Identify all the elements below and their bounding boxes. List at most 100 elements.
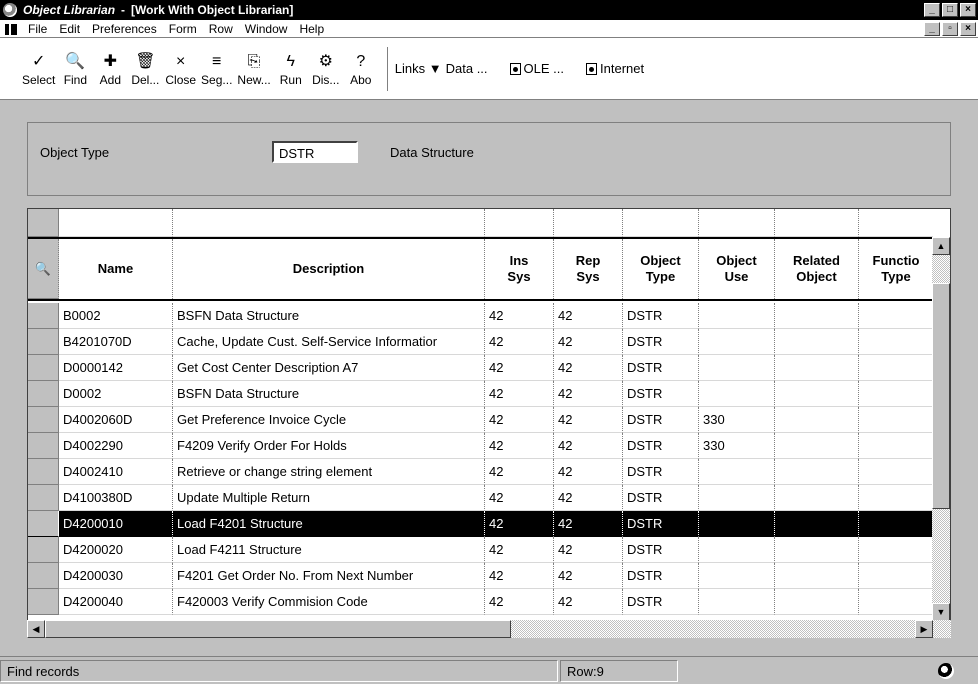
run-button[interactable]: ϟ Run [276, 51, 306, 87]
menu-window[interactable]: Window [245, 22, 288, 36]
cell-rel[interactable] [775, 303, 859, 329]
cell-ins[interactable]: 42 [485, 355, 554, 381]
cell-rep[interactable]: 42 [554, 563, 623, 589]
cell-desc[interactable]: F420003 Verify Commision Code [173, 589, 485, 615]
cell-use[interactable] [699, 589, 775, 615]
seg-button[interactable]: ≡ Seg... [201, 51, 232, 87]
table-row[interactable]: B0002 BSFN Data Structure 42 42 DSTR [28, 303, 934, 329]
cell-func[interactable] [859, 537, 933, 563]
cell-rep[interactable]: 42 [554, 303, 623, 329]
cell-type[interactable]: DSTR [623, 433, 699, 459]
cell-func[interactable] [859, 355, 933, 381]
add-button[interactable]: ✚ Add [95, 51, 125, 87]
cell-name[interactable]: D4002060D [59, 407, 173, 433]
scroll-left-button[interactable]: ◀ [27, 620, 45, 638]
cell-rep[interactable]: 42 [554, 537, 623, 563]
cell-use[interactable] [699, 537, 775, 563]
cell-desc[interactable]: Retrieve or change string element [173, 459, 485, 485]
cell-rel[interactable] [775, 329, 859, 355]
cell-desc[interactable]: Load F4211 Structure [173, 537, 485, 563]
cell-ins[interactable]: 42 [485, 459, 554, 485]
cell-ins[interactable]: 42 [485, 485, 554, 511]
menu-preferences[interactable]: Preferences [92, 22, 157, 36]
cell-ins[interactable]: 42 [485, 511, 554, 537]
row-selector[interactable] [28, 485, 59, 511]
cell-use[interactable]: 330 [699, 433, 775, 459]
scroll-down-button[interactable]: ▼ [932, 603, 950, 621]
doc-close-button[interactable]: × [960, 22, 976, 36]
row-selector[interactable] [28, 355, 59, 381]
cell-type[interactable]: DSTR [623, 407, 699, 433]
cell-ins[interactable]: 42 [485, 303, 554, 329]
cell-ins[interactable]: 42 [485, 329, 554, 355]
cell-func[interactable] [859, 329, 933, 355]
doc-minimize-button[interactable]: _ [924, 22, 940, 36]
col-name[interactable]: Name [59, 239, 173, 299]
cell-desc[interactable]: Get Preference Invoice Cycle [173, 407, 485, 433]
cell-desc[interactable]: Load F4201 Structure [173, 511, 485, 537]
cell-type[interactable]: DSTR [623, 303, 699, 329]
cell-desc[interactable]: Get Cost Center Description A7 [173, 355, 485, 381]
cell-rel[interactable] [775, 563, 859, 589]
row-selector[interactable] [28, 407, 59, 433]
vertical-scroll-thumb[interactable] [932, 283, 950, 509]
cell-func[interactable] [859, 303, 933, 329]
menu-row[interactable]: Row [209, 22, 233, 36]
delete-button[interactable]: 🗑 Del... [130, 51, 160, 87]
display-button[interactable]: ⚙ Dis... [311, 51, 341, 87]
cell-desc[interactable]: BSFN Data Structure [173, 381, 485, 407]
cell-ins[interactable]: 42 [485, 381, 554, 407]
cell-rep[interactable]: 42 [554, 329, 623, 355]
cell-name[interactable]: D0000142 [59, 355, 173, 381]
document-menu-icon[interactable] [4, 22, 18, 36]
row-selector[interactable] [28, 459, 59, 485]
cell-name[interactable]: D4100380D [59, 485, 173, 511]
object-type-input[interactable]: DSTR [272, 141, 358, 163]
row-selector[interactable] [28, 589, 59, 615]
cell-use[interactable] [699, 459, 775, 485]
row-selector[interactable] [28, 381, 59, 407]
cell-use[interactable] [699, 329, 775, 355]
cell-rep[interactable]: 42 [554, 511, 623, 537]
menu-file[interactable]: File [28, 22, 47, 36]
menu-edit[interactable]: Edit [59, 22, 80, 36]
cell-type[interactable]: DSTR [623, 485, 699, 511]
cell-rel[interactable] [775, 407, 859, 433]
cell-name[interactable]: D4002410 [59, 459, 173, 485]
cell-rep[interactable]: 42 [554, 485, 623, 511]
table-row[interactable]: D4002410 Retrieve or change string elemen… [28, 459, 934, 485]
horizontal-scroll-thumb[interactable] [45, 620, 511, 638]
scroll-up-button[interactable]: ▲ [932, 237, 950, 255]
maximize-button[interactable]: □ [942, 3, 958, 17]
cell-type[interactable]: DSTR [623, 329, 699, 355]
table-row[interactable]: D4200010 Load F4201 Structure 42 42 DSTR [28, 511, 934, 537]
col-object-use[interactable]: Object Use [699, 239, 775, 299]
cell-func[interactable] [859, 589, 933, 615]
table-row[interactable]: D4200040 F420003 Verify Commision Code 42 4… [28, 589, 934, 615]
cell-use[interactable] [699, 303, 775, 329]
cell-rep[interactable]: 42 [554, 589, 623, 615]
minimize-button[interactable]: _ [924, 3, 940, 17]
cell-desc[interactable]: F4209 Verify Order For Holds [173, 433, 485, 459]
find-button[interactable]: 🔍 Find [60, 51, 90, 87]
cell-rel[interactable] [775, 459, 859, 485]
table-row[interactable]: D0002 BSFN Data Structure 42 42 DSTR [28, 381, 934, 407]
cell-rel[interactable] [775, 433, 859, 459]
table-row[interactable]: D0000142 Get Cost Center Description A7 42… [28, 355, 934, 381]
cell-ins[interactable]: 42 [485, 433, 554, 459]
cell-func[interactable] [859, 459, 933, 485]
cell-name[interactable]: D4200010 [59, 511, 173, 537]
ole-link[interactable]: OLE ... [509, 61, 564, 76]
row-selector[interactable] [28, 537, 59, 563]
cell-type[interactable]: DSTR [623, 589, 699, 615]
cell-rep[interactable]: 42 [554, 355, 623, 381]
col-object-type[interactable]: Object Type [623, 239, 699, 299]
cell-rel[interactable] [775, 381, 859, 407]
table-row[interactable]: D4100380D Update Multiple Return 42 42 DSTR [28, 485, 934, 511]
close-window-button[interactable]: × [960, 3, 976, 17]
doc-restore-button[interactable]: ▫ [942, 22, 958, 36]
cell-desc[interactable]: F4201 Get Order No. From Next Number [173, 563, 485, 589]
menu-help[interactable]: Help [299, 22, 324, 36]
cell-ins[interactable]: 42 [485, 407, 554, 433]
cell-rel[interactable] [775, 589, 859, 615]
